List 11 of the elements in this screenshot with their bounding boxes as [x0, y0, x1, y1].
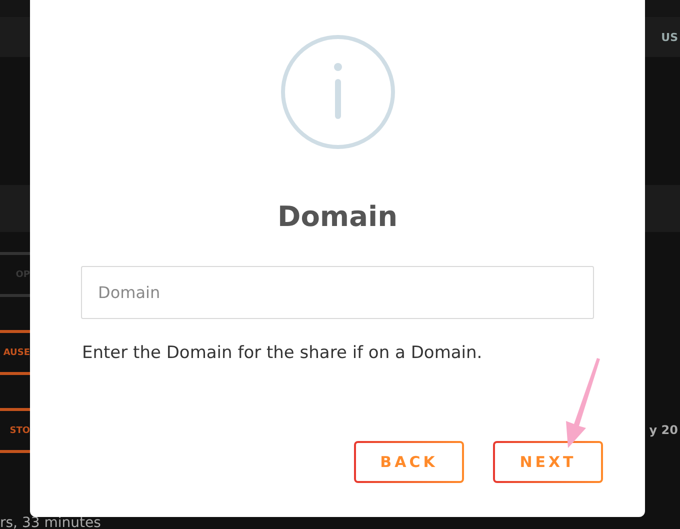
dialog-title: Domain	[277, 199, 398, 235]
control-button[interactable]: STO	[0, 408, 30, 453]
duration-text: rs, 33 minutes	[0, 517, 102, 529]
domain-field[interactable]: Domain	[81, 266, 594, 319]
help-text: Enter the Domain for the share if on a Domain.	[82, 342, 482, 365]
info-icon	[280, 34, 396, 150]
back-button[interactable]: BACK	[354, 441, 464, 483]
header-text: US	[661, 30, 678, 44]
control-button[interactable]: AUSE	[0, 330, 30, 375]
next-button[interactable]: NEXT	[493, 441, 603, 483]
date-text: y 20	[649, 423, 678, 437]
